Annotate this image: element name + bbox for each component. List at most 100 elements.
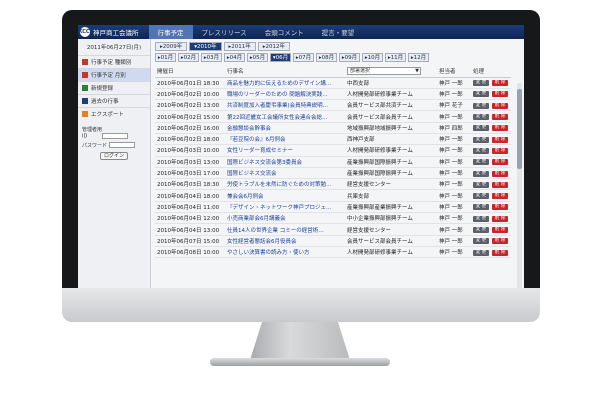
edit-button[interactable]: 変 更: [473, 181, 489, 188]
nav-tab-0[interactable]: 行事予定: [148, 25, 193, 39]
edit-button[interactable]: 変 更: [473, 227, 489, 233]
edit-button[interactable]: 変 更: [473, 136, 489, 143]
event-title-link[interactable]: 仕員14人の世界企業 コミーの経営術…: [225, 223, 345, 236]
month-tab-1[interactable]: ▸02月: [178, 53, 199, 62]
delete-button[interactable]: 削 除: [492, 227, 508, 233]
edit-button[interactable]: 変 更: [473, 80, 489, 87]
edit-button[interactable]: 変 更: [473, 238, 489, 245]
event-title-link[interactable]: 商品を魅力的に伝えるためのデザイン講…: [225, 77, 345, 89]
edit-button[interactable]: 変 更: [473, 249, 489, 256]
delete-button[interactable]: 削 除: [492, 249, 508, 256]
event-title-link[interactable]: 第22回近畿女工会議所女性会連合会総…: [225, 110, 345, 123]
event-title-link[interactable]: 兼会会6月例会: [225, 189, 345, 202]
month-tab-0[interactable]: ▸01月: [155, 53, 176, 62]
month-tab-10[interactable]: ▸11月: [385, 53, 406, 62]
edit-button[interactable]: 変 更: [473, 170, 489, 177]
calendar-icon: [82, 59, 88, 65]
event-date: 2010年06月02日 15:00: [155, 110, 225, 123]
event-date: 2010年06月02日 16:00: [155, 122, 225, 134]
edit-button[interactable]: 変 更: [473, 159, 489, 166]
edit-button[interactable]: 変 更: [473, 147, 489, 154]
delete-button[interactable]: 削 除: [492, 102, 508, 109]
edit-button[interactable]: 変 更: [473, 215, 489, 222]
delete-button[interactable]: 削 除: [492, 238, 508, 245]
sidebar-item-3[interactable]: 過去の行事: [78, 94, 150, 107]
sidebar-item-label: 行事予定 月別: [91, 73, 126, 79]
month-tab-3[interactable]: ▸04月: [224, 53, 245, 62]
delete-button[interactable]: 削 除: [492, 193, 508, 200]
delete-button[interactable]: 削 除: [492, 114, 508, 121]
table-row: 2010年06月02日 16:00 金融懇談会幹事会 地域振興部地域振興チーム 神戸 …: [155, 122, 511, 134]
month-tab-5[interactable]: ▾06月: [270, 53, 291, 62]
year-tab-0[interactable]: ▸2009年: [155, 42, 188, 51]
col-title: 行事名: [225, 66, 345, 78]
table-row: 2010年06月04日 13:00 仕員14人の世界企業 コミーの経営術… 経営支援…: [155, 223, 511, 236]
event-title-link[interactable]: 労使トラブルを未然に防ぐための対策勉…: [225, 178, 345, 191]
nav-tab-2[interactable]: 会頭コメント: [256, 25, 313, 39]
edit-button[interactable]: 変 更: [473, 91, 489, 98]
scrollbar-thumb[interactable]: [517, 89, 522, 169]
event-title-link[interactable]: 女性経営者懇話会6月役員会: [225, 235, 345, 247]
event-title-link[interactable]: 『デザイン・ネットワーク神戸プロジェ…: [225, 201, 345, 214]
event-person: 神戸 一郎: [437, 144, 471, 157]
month-tab-11[interactable]: ▸12月: [408, 53, 429, 62]
month-tab-2[interactable]: ▸03月: [201, 53, 222, 62]
delete-button[interactable]: 削 除: [492, 80, 508, 87]
edit-button[interactable]: 変 更: [473, 114, 489, 121]
delete-button[interactable]: 削 除: [492, 91, 508, 98]
monitor-chin: [62, 288, 540, 322]
edit-button[interactable]: 変 更: [473, 102, 489, 109]
event-title-link[interactable]: 金融懇談会幹事会: [225, 122, 345, 134]
sidebar: 2011年06月27日(月) 行事予定 種類別 行事予定 月別 新規登録 過去の行事エ…: [78, 39, 151, 297]
delete-button[interactable]: 削 除: [492, 170, 508, 177]
edit-button[interactable]: 変 更: [473, 125, 489, 132]
password-input[interactable]: [108, 142, 135, 148]
delete-button[interactable]: 削 除: [492, 204, 508, 211]
sidebar-item-4[interactable]: エクスポート: [78, 107, 150, 120]
event-title-link[interactable]: 女性リーダー育成セミナー: [225, 144, 345, 157]
scrollbar[interactable]: [517, 83, 522, 289]
logo-icon: KCCI: [78, 27, 92, 37]
event-dept: 産業振興部国際振興チーム: [345, 156, 437, 168]
sidebar-item-label: 行事予定 種類別: [91, 60, 132, 66]
event-title-link[interactable]: 職場のリーダーのための 問題解決実践…: [225, 88, 345, 101]
month-tab-9[interactable]: ▸10月: [362, 53, 383, 62]
event-date: 2010年06月08日 10:00: [155, 246, 225, 259]
dept-select[interactable]: 部署選択 ▼: [347, 67, 421, 76]
event-dept: 経営支援センター: [345, 223, 437, 236]
edit-button[interactable]: 変 更: [473, 193, 489, 200]
edit-button[interactable]: 変 更: [473, 204, 489, 211]
event-date: 2010年06月04日 13:00: [155, 223, 225, 236]
month-tab-7[interactable]: ▸08月: [316, 53, 337, 62]
delete-button[interactable]: 削 除: [492, 215, 508, 222]
sidebar-item-2[interactable]: 新規登録: [78, 81, 150, 94]
nav-tab-1[interactable]: プレスリリース: [193, 25, 256, 39]
sidebar-item-0[interactable]: 行事予定 種類別: [78, 55, 150, 68]
event-person: 神戸 一郎: [437, 223, 471, 236]
login-button[interactable]: ログイン: [100, 151, 128, 160]
delete-button[interactable]: 削 除: [492, 136, 508, 143]
year-tab-2[interactable]: ▸2011年: [223, 42, 256, 51]
delete-button[interactable]: 削 除: [492, 125, 508, 132]
month-tab-6[interactable]: ▸07月: [293, 53, 314, 62]
delete-button[interactable]: 削 除: [492, 159, 508, 166]
event-person: 神戸 一郎: [437, 178, 471, 191]
id-input[interactable]: [101, 133, 128, 139]
event-dept: 産業振興部国際振興チーム: [345, 167, 437, 180]
event-title-link[interactable]: やさしい決算書の読み方・使い方: [225, 246, 345, 259]
event-title-link[interactable]: 国際ビジネス交流会第3委員会: [225, 156, 345, 168]
delete-button[interactable]: 削 除: [492, 181, 508, 188]
table-row: 2010年06月02日 18:00 『若豆院の会』6月例会 西神戸支部 神戸 一郎変 …: [155, 133, 511, 146]
sidebar-item-1[interactable]: 行事予定 月別: [78, 68, 150, 81]
event-title-link[interactable]: 共済制度加入者慶弔事業(会員特典説明…: [225, 99, 345, 112]
event-title-link[interactable]: 小売商業部会6月講義会: [225, 212, 345, 225]
year-tab-3[interactable]: ▸2012年: [257, 42, 291, 51]
event-person: 神戸 一郎: [437, 189, 471, 202]
delete-button[interactable]: 削 除: [492, 147, 508, 154]
year-tab-1[interactable]: ▾2010年: [189, 42, 222, 51]
month-tab-8[interactable]: ▸09月: [339, 53, 360, 62]
nav-tab-3[interactable]: 提言・要望: [313, 25, 364, 39]
event-title-link[interactable]: 国際ビジネス交流会: [225, 167, 345, 180]
event-title-link[interactable]: 『若豆院の会』6月例会: [225, 133, 345, 146]
month-tab-4[interactable]: ▸05月: [247, 53, 268, 62]
